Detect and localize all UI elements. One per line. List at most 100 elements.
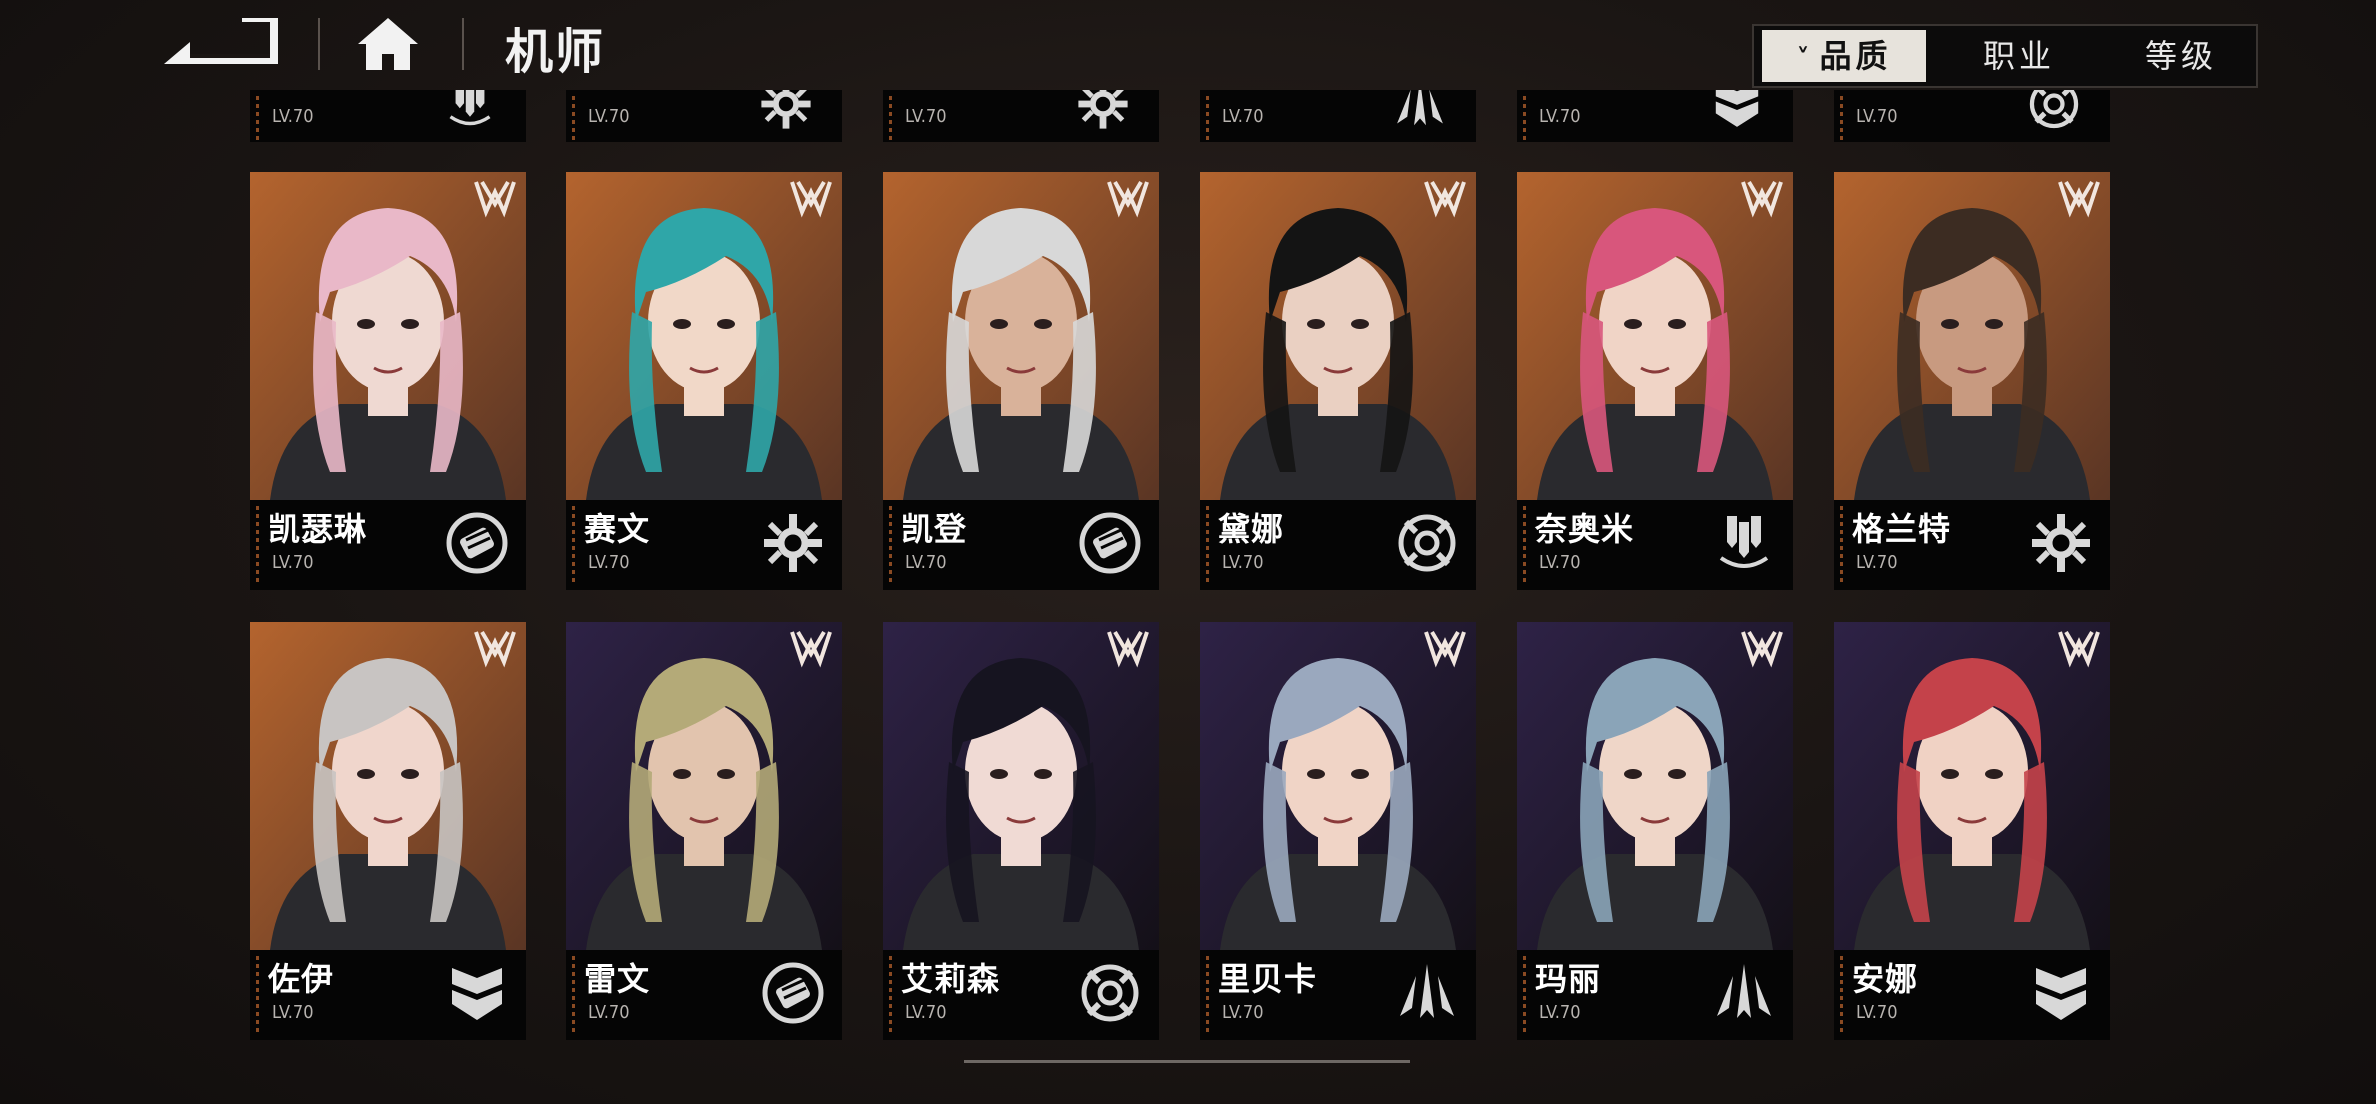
pilot-level: LV.70 (1539, 552, 1581, 573)
pilot-level: LV.70 (1539, 106, 1581, 127)
accent-stripe (1840, 96, 1843, 142)
sniper-class-icon (2026, 90, 2082, 132)
rank-emblem-icon (2056, 178, 2102, 218)
pilot-card[interactable]: LV.70 (1834, 90, 2110, 142)
pilot-level: LV.70 (272, 1002, 314, 1023)
rank-emblem-icon (472, 178, 518, 218)
accent-stripe (1523, 956, 1526, 1034)
pilot-level: LV.70 (905, 552, 947, 573)
pilot-level: LV.70 (272, 552, 314, 573)
pilot-card[interactable]: 黛娜 LV.70 (1200, 172, 1476, 590)
pilot-card[interactable]: 艾莉森 LV.70 (883, 622, 1159, 1040)
defender-class-icon (444, 960, 510, 1026)
pilot-info: LV.70 (566, 90, 842, 142)
accent-stripe (256, 956, 259, 1034)
engineer-class-icon (1075, 90, 1131, 132)
rank-emblem-icon (1739, 178, 1785, 218)
pilot-card[interactable]: LV.70 (250, 90, 526, 142)
pilot-level: LV.70 (1222, 1002, 1264, 1023)
pilot-info: 凯瑟琳 LV.70 (250, 500, 526, 590)
pilot-card[interactable]: 格兰特 LV.70 (1834, 172, 2110, 590)
rank-emblem-icon (472, 628, 518, 668)
accent-stripe (256, 506, 259, 584)
rank-emblem-icon (1422, 178, 1468, 218)
accent-stripe (1840, 506, 1843, 584)
accent-stripe (1206, 96, 1209, 142)
pilot-portrait (1834, 622, 2110, 950)
accent-stripe (1206, 506, 1209, 584)
pilot-name: 艾莉森 (901, 960, 1001, 998)
pilot-level: LV.70 (1856, 1002, 1898, 1023)
rank-emblem-icon (788, 628, 834, 668)
accent-stripe (889, 956, 892, 1034)
pilot-level: LV.70 (1539, 1002, 1581, 1023)
pilot-info: 艾莉森 LV.70 (883, 950, 1159, 1040)
pilot-portrait (1200, 172, 1476, 500)
engineer-class-icon (758, 90, 814, 132)
pilot-card[interactable]: 赛文 LV.70 (566, 172, 842, 590)
rank-emblem-icon (1105, 178, 1151, 218)
accent-stripe (572, 956, 575, 1034)
pilot-card[interactable]: LV.70 (1517, 90, 1793, 142)
pilot-level: LV.70 (1856, 106, 1898, 127)
pilot-level: LV.70 (588, 106, 630, 127)
pilot-info: LV.70 (250, 90, 526, 142)
rank-emblem-icon (1105, 628, 1151, 668)
pilot-card[interactable]: 里贝卡 LV.70 (1200, 622, 1476, 1040)
pilot-name: 雷文 (584, 960, 651, 998)
defender-class-icon (1709, 90, 1765, 132)
accent-stripe (1523, 96, 1526, 142)
pilot-grid: LV.70 LV.70 LV.70 LV.70 LV.70 LV.70 凯瑟琳 … (0, 0, 2376, 1104)
pilot-portrait (883, 622, 1159, 950)
pilot-info: 赛文 LV.70 (566, 500, 842, 590)
pilot-name: 格兰特 (1852, 510, 1952, 548)
pilot-level: LV.70 (1222, 106, 1264, 127)
pilot-level: LV.70 (588, 552, 630, 573)
pilot-card[interactable]: LV.70 (566, 90, 842, 142)
pilot-name: 玛丽 (1535, 960, 1602, 998)
assault-class-icon (1711, 960, 1777, 1026)
pilot-portrait (250, 622, 526, 950)
pilot-level: LV.70 (588, 1002, 630, 1023)
accent-stripe (1206, 956, 1209, 1034)
pilot-info: 格兰特 LV.70 (1834, 500, 2110, 590)
marksman-class-icon (1711, 510, 1777, 576)
rank-emblem-icon (1739, 628, 1785, 668)
pilot-portrait (566, 172, 842, 500)
marksman-class-icon (442, 90, 498, 132)
pilot-card[interactable]: 奈奥米 LV.70 (1517, 172, 1793, 590)
pilot-info: 安娜 LV.70 (1834, 950, 2110, 1040)
pilot-level: LV.70 (905, 1002, 947, 1023)
pilot-info: LV.70 (883, 90, 1159, 142)
pilot-portrait (1200, 622, 1476, 950)
fist-class-icon (760, 960, 826, 1026)
accent-stripe (1523, 506, 1526, 584)
pilot-card[interactable]: LV.70 (1200, 90, 1476, 142)
pilot-info: 奈奥米 LV.70 (1517, 500, 1793, 590)
pilot-info: 玛丽 LV.70 (1517, 950, 1793, 1040)
scrollbar[interactable] (964, 1060, 1410, 1063)
pilot-card[interactable]: 安娜 LV.70 (1834, 622, 2110, 1040)
pilot-card[interactable]: LV.70 (883, 90, 1159, 142)
pilot-card[interactable]: 凯瑟琳 LV.70 (250, 172, 526, 590)
pilot-info: 里贝卡 LV.70 (1200, 950, 1476, 1040)
pilot-name: 佐伊 (268, 960, 335, 998)
pilot-name: 里贝卡 (1218, 960, 1318, 998)
pilot-info: LV.70 (1517, 90, 1793, 142)
engineer-class-icon (760, 510, 826, 576)
accent-stripe (572, 506, 575, 584)
assault-class-icon (1392, 90, 1448, 132)
pilot-name: 安娜 (1852, 960, 1919, 998)
pilot-card[interactable]: 凯登 LV.70 (883, 172, 1159, 590)
accent-stripe (1840, 956, 1843, 1034)
rank-emblem-icon (1422, 628, 1468, 668)
pilot-card[interactable]: 雷文 LV.70 (566, 622, 842, 1040)
pilot-info: 佐伊 LV.70 (250, 950, 526, 1040)
pilot-name: 赛文 (584, 510, 651, 548)
pilot-card[interactable]: 佐伊 LV.70 (250, 622, 526, 1040)
pilot-info: 黛娜 LV.70 (1200, 500, 1476, 590)
pilot-card[interactable]: 玛丽 LV.70 (1517, 622, 1793, 1040)
defender-class-icon (2028, 960, 2094, 1026)
sniper-class-icon (1394, 510, 1460, 576)
engineer-class-icon (2028, 510, 2094, 576)
